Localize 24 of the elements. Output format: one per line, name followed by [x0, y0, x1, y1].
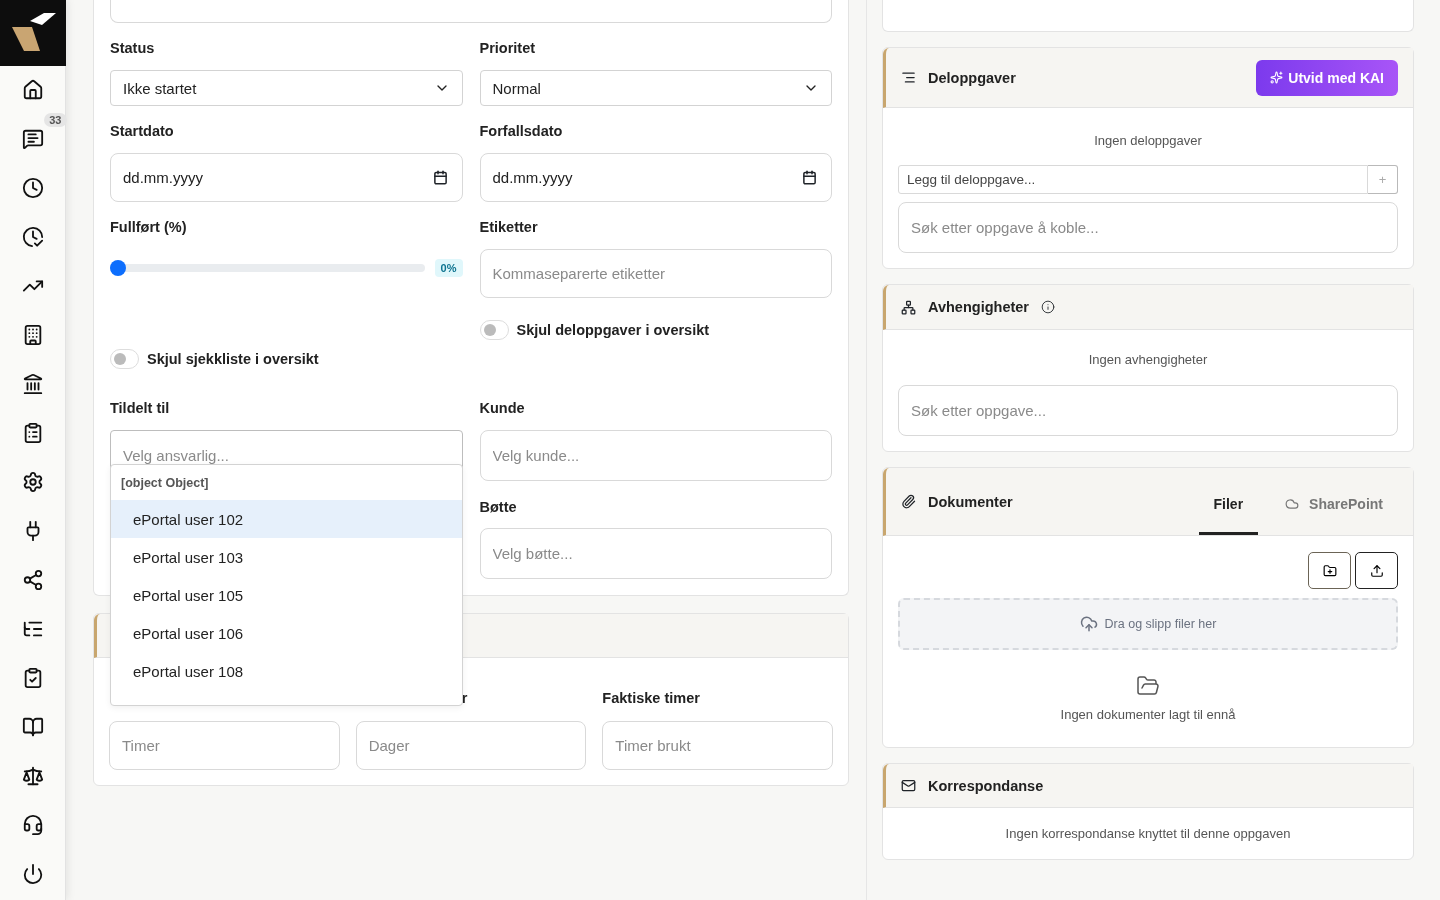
field-label: Status [110, 40, 156, 56]
toggle-label: Skjul sjekkliste i oversikt [147, 351, 319, 367]
card-title: Avhengigheter [928, 299, 1029, 315]
card-title: Korrespondanse [928, 777, 1044, 794]
field-label: Fullført (%) [110, 219, 188, 235]
toggle-label: Skjul deloppgaver i oversikt [516, 322, 710, 338]
card-title: Deloppgaver [928, 69, 1016, 86]
empty-message: Ingen avhengigheter [1087, 352, 1209, 367]
count-badge: 33 [44, 113, 67, 127]
field-label: Prioritet [479, 40, 537, 56]
field-label: Kunde [479, 400, 526, 416]
empty-message: Ingen deloppgaver [1093, 133, 1203, 148]
field-label: r [461, 690, 469, 707]
field-label: Tildelt til [110, 400, 171, 416]
empty-message: Ingen korrespondanse knyttet til denne oppgaven [1004, 826, 1292, 841]
field-label: Startdato [110, 123, 175, 139]
field-label: Faktiske timer [602, 690, 701, 707]
empty-message: Ingen dokumenter lagt til ennå [1060, 707, 1236, 722]
card-title: Dokumenter [928, 494, 1013, 510]
percent-badge: 0% [434, 259, 463, 277]
field-label: Bøtte [479, 499, 518, 515]
field-label: Etiketter [479, 219, 539, 235]
field-label: Forfallsdato [479, 123, 564, 139]
drop-zone-text: Dra og slipp filer her [1104, 617, 1217, 631]
